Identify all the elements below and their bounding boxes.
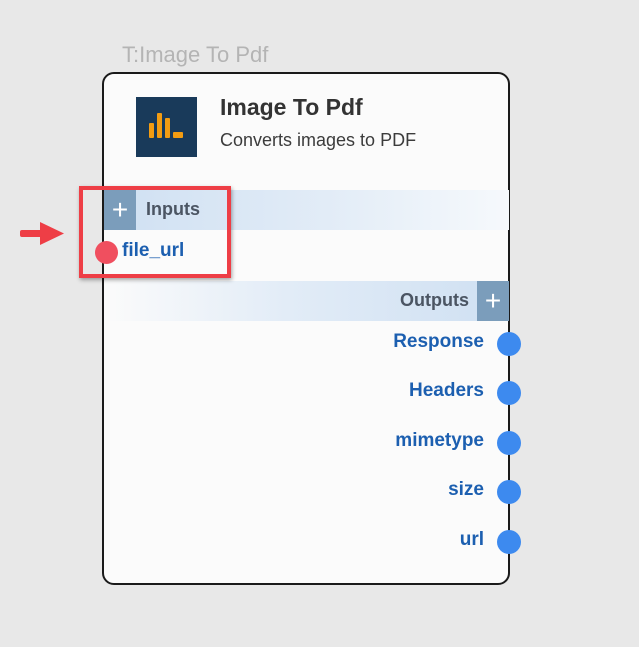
output-port-url[interactable] <box>497 530 521 554</box>
output-port-headers[interactable] <box>497 381 521 405</box>
outputs-label: Outputs <box>400 290 469 310</box>
output-row-mimetype: mimetype <box>208 428 521 458</box>
output-label-size: size <box>448 479 484 500</box>
pointer-arrow-icon <box>18 220 66 253</box>
add-output-button[interactable]: + <box>477 281 509 321</box>
output-port-size[interactable] <box>497 480 521 504</box>
inputs-label: Inputs <box>146 199 200 219</box>
output-label-headers: Headers <box>409 380 484 401</box>
node-title: Image To Pdf <box>220 94 363 120</box>
outputs-section-header: Outputs + <box>104 281 509 321</box>
image-to-pdf-node[interactable]: Image To Pdf Converts images to PDF + In… <box>95 72 521 585</box>
workflow-canvas[interactable]: T:Image To Pdf Image To Pdf Converts ima… <box>0 0 639 647</box>
inputs-section-header: + Inputs <box>104 190 509 230</box>
add-input-button[interactable]: + <box>104 190 136 230</box>
output-label-url: url <box>459 529 484 550</box>
input-label-file-url: file_url <box>122 240 185 261</box>
output-label-response: Response <box>393 331 484 352</box>
input-port-file-url[interactable] <box>95 241 118 264</box>
output-row-url: url <box>208 527 521 557</box>
output-label-mimetype: mimetype <box>395 430 484 451</box>
bar-chart-icon <box>136 97 197 157</box>
output-row-response: Response <box>208 329 521 359</box>
output-port-mimetype[interactable] <box>497 431 521 455</box>
output-port-response[interactable] <box>497 332 521 356</box>
output-row-headers: Headers <box>208 378 521 408</box>
node-type-label: T:Image To Pdf <box>122 42 269 67</box>
node-description: Converts images to PDF <box>220 130 417 150</box>
input-row-file-url: file_url <box>95 237 304 267</box>
output-row-size: size <box>208 477 521 507</box>
